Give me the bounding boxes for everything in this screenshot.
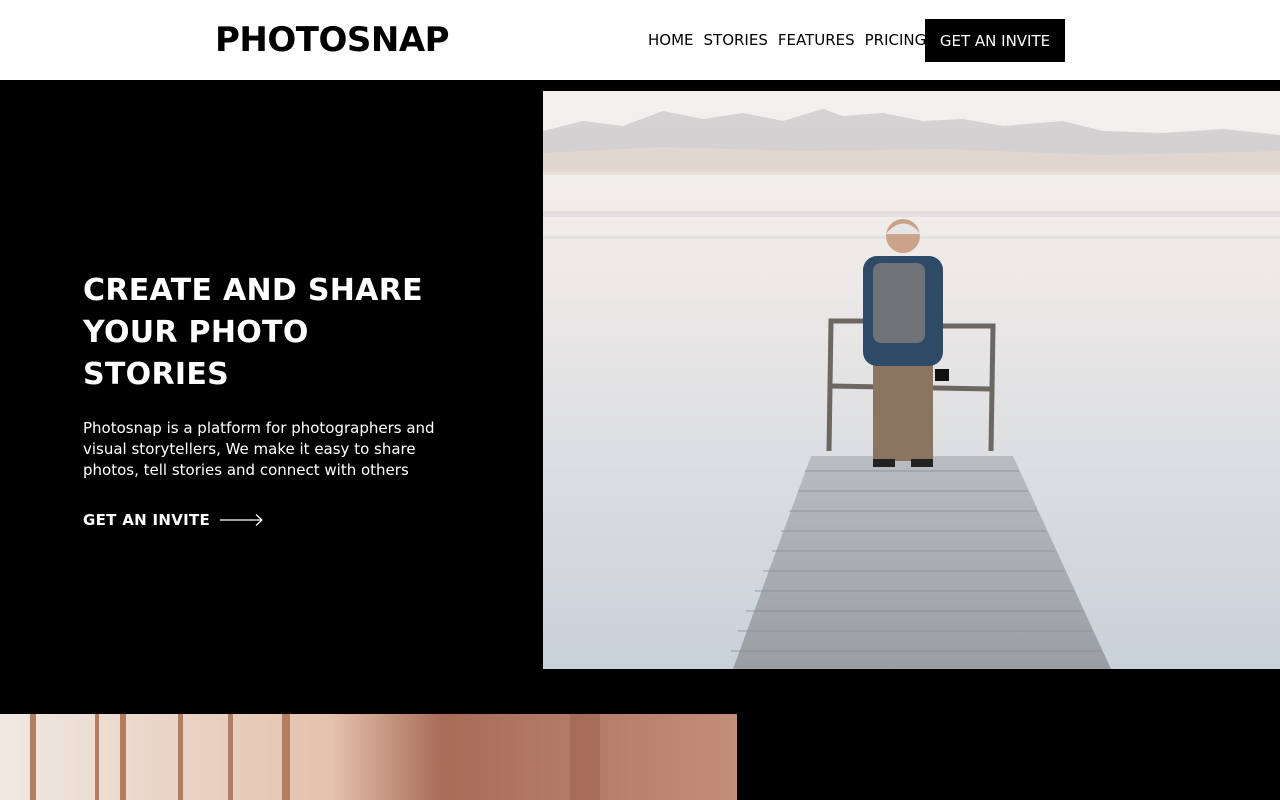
hero-description: Photosnap is a platform for photographer…: [83, 419, 435, 479]
get-invite-button[interactable]: GET AN INVITE: [925, 19, 1065, 62]
nav-features[interactable]: FEATURES: [778, 20, 855, 60]
hero-title-line-2: YOUR PHOTO STORIES: [83, 315, 309, 392]
hero-photo-pier: [543, 91, 1280, 669]
nav-home[interactable]: HOME: [648, 20, 694, 60]
second-section-panel: [737, 714, 1280, 800]
second-photo: [0, 714, 737, 800]
interior-photo-illustration: [0, 714, 737, 800]
hero-text-block: CREATE AND SHARE YOUR PHOTO STORIES Phot…: [83, 270, 463, 529]
hero-title-line-1: CREATE AND SHARE: [83, 273, 423, 308]
pier-photo-illustration: [543, 91, 1280, 669]
nav-pricing[interactable]: PRICING: [865, 20, 927, 60]
nav-stories[interactable]: STORIES: [704, 20, 768, 60]
hero-title: CREATE AND SHARE YOUR PHOTO STORIES: [83, 270, 463, 396]
site-header: PHOTOSNAP HOME STORIES FEATURES PRICING …: [0, 0, 1280, 80]
hero-section: CREATE AND SHARE YOUR PHOTO STORIES Phot…: [0, 80, 1280, 714]
main-nav: HOME STORIES FEATURES PRICING: [648, 20, 936, 60]
hero-invite-link[interactable]: GET AN INVITE: [83, 511, 463, 529]
arrow-right-icon: [220, 514, 263, 526]
hero-invite-label: GET AN INVITE: [83, 511, 211, 529]
logo[interactable]: PHOTOSNAP: [215, 18, 450, 62]
